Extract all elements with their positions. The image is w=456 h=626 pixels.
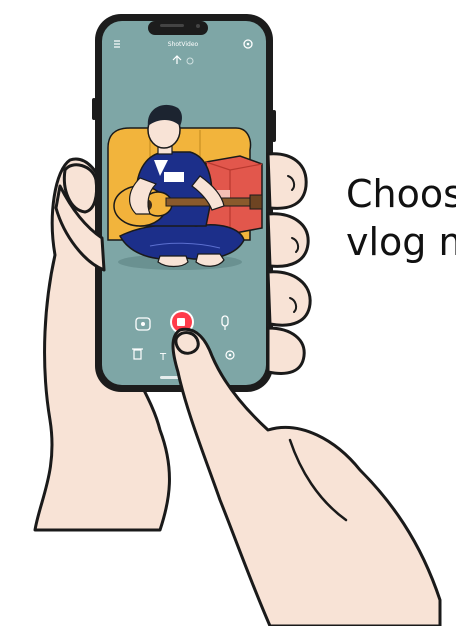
right-hand <box>171 327 442 626</box>
caption-line-1: Choos <box>346 172 456 216</box>
speaker-grille <box>160 24 184 27</box>
shirt-logo <box>164 172 184 182</box>
power-button <box>272 110 276 142</box>
text-icon[interactable]: T <box>159 352 167 363</box>
left-hand-fingers <box>266 152 312 375</box>
front-camera <box>196 24 200 28</box>
caption-line-2: vlog m <box>346 220 456 264</box>
phone-notch <box>148 21 208 35</box>
svg-text:T: T <box>159 352 167 363</box>
screen-illustration <box>107 104 263 270</box>
caption: Choos vlog m <box>346 170 456 266</box>
volume-button <box>92 98 96 120</box>
illustration: ShotVideo T <box>33 14 442 626</box>
app-title: ShotVideo <box>168 41 199 48</box>
